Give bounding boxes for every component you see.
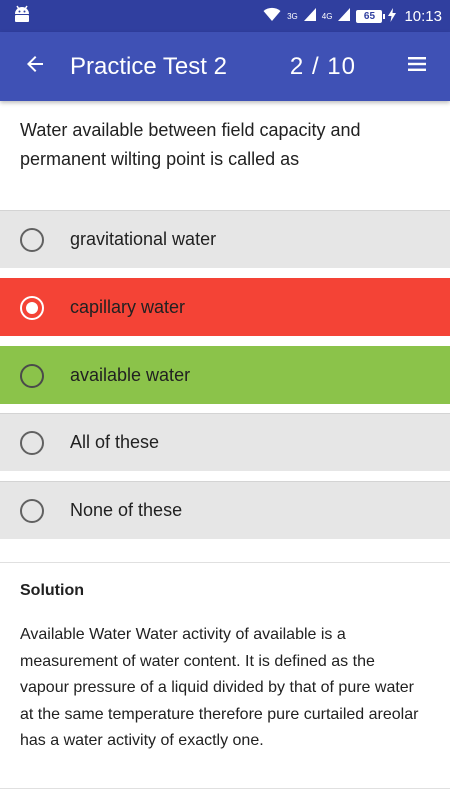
bottom-divider xyxy=(0,788,450,789)
menu-button[interactable] xyxy=(384,32,450,101)
radio-button-icon[interactable] xyxy=(20,364,44,388)
charging-icon xyxy=(388,7,397,25)
battery-level: 65 xyxy=(363,10,376,22)
option-label: None of these xyxy=(70,500,183,520)
question-text: Water available between field capacity a… xyxy=(20,120,361,169)
option-all-of-these[interactable]: All of these xyxy=(0,413,450,471)
page-title: Practice Test 2 xyxy=(70,52,227,80)
total-question-count: 10 xyxy=(327,52,356,80)
back-button[interactable] xyxy=(0,32,70,101)
option-capillary-water[interactable]: capillary water xyxy=(0,278,450,336)
menu-icon xyxy=(405,52,429,81)
clock: 10:13 xyxy=(404,7,442,25)
option-label: gravitational water xyxy=(70,229,217,249)
battery-icon: 65 xyxy=(356,9,386,23)
option-label: available water xyxy=(70,365,191,385)
solution-heading: Solution xyxy=(20,582,84,599)
option-label: capillary water xyxy=(70,297,186,317)
question-counter: 2 / 10 xyxy=(290,53,356,81)
radio-button-icon[interactable] xyxy=(20,431,44,455)
solution-divider xyxy=(0,562,450,563)
network-type-label: 3G xyxy=(287,11,298,21)
option-available-water[interactable]: available water xyxy=(0,346,450,404)
option-label: All of these xyxy=(70,432,160,452)
android-icon xyxy=(12,5,32,28)
counter-separator: / xyxy=(311,52,320,80)
signal-icon xyxy=(303,8,316,24)
network-type-label-2: 4G xyxy=(321,11,333,21)
radio-button-icon[interactable] xyxy=(20,228,44,252)
signal-icon-2 xyxy=(338,8,351,24)
radio-button-icon[interactable] xyxy=(20,499,44,523)
app-bar: Practice Test 2 2 / 10 xyxy=(0,32,450,101)
option-none-of-these[interactable]: None of these xyxy=(0,481,450,539)
wifi-icon xyxy=(263,7,281,25)
status-bar: 3G 4G 65 10:13 xyxy=(0,0,450,32)
radio-button-selected-icon[interactable] xyxy=(20,296,44,320)
option-gravitational-water[interactable]: gravitational water xyxy=(0,210,450,268)
solution-text: Available Water Water activity of availa… xyxy=(20,626,419,749)
current-question-number: 2 xyxy=(289,52,305,80)
arrow-back-icon xyxy=(23,52,47,81)
